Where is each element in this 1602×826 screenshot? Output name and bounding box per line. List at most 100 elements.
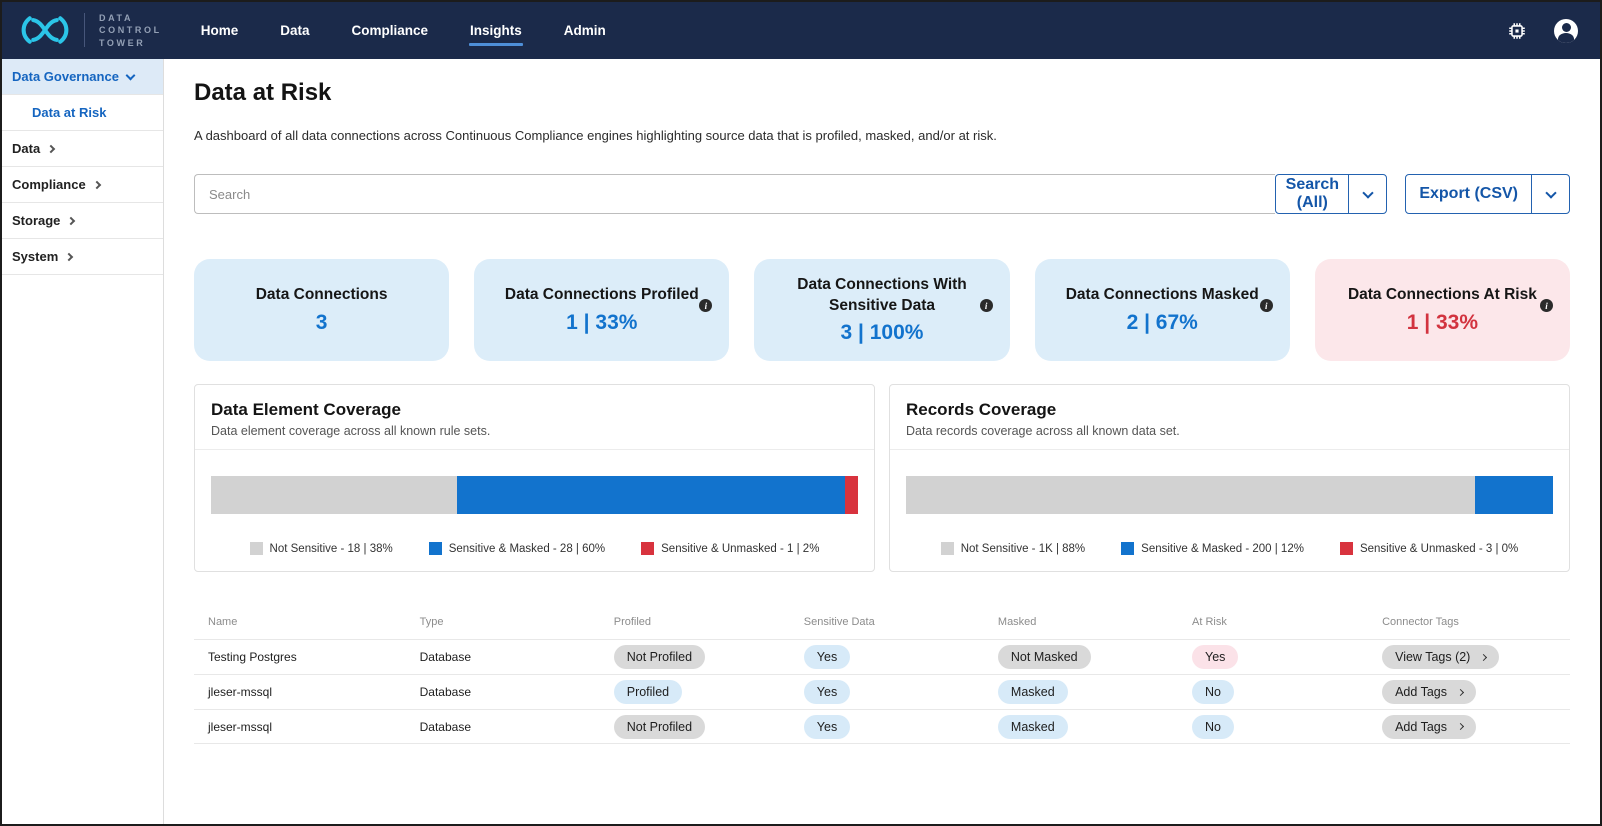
profiled-badge: Profiled <box>614 680 682 704</box>
nav-item-admin[interactable]: Admin <box>563 17 607 44</box>
legend-label: Not Sensitive - 18 | 38% <box>270 543 393 555</box>
chart-header: Data Element Coverage Data element cover… <box>195 385 874 450</box>
masked-badge-label: Masked <box>1011 685 1055 699</box>
at-risk-badge: No <box>1192 715 1234 739</box>
nav-item-insights[interactable]: Insights <box>469 17 523 44</box>
cell-sensitive-data: Yes <box>804 715 998 739</box>
column-header: Connector Tags <box>1382 616 1556 628</box>
table-row: Testing PostgresDatabaseNot ProfiledYesN… <box>194 639 1570 674</box>
at-risk-badge-label: No <box>1205 720 1221 734</box>
sidebar-item-system[interactable]: System <box>2 239 163 275</box>
masked-badge: Masked <box>998 680 1068 704</box>
cell-connector-tags: Add Tags <box>1382 715 1556 739</box>
sidebar-item-compliance[interactable]: Compliance <box>2 167 163 203</box>
cell-sensitive-data: Yes <box>804 645 998 669</box>
brand[interactable]: DATA CONTROL TOWER <box>16 12 162 48</box>
table-row: jleser-mssqlDatabaseNot Profiled Yes Maske… <box>194 709 1570 744</box>
column-header: Sensitive Data <box>804 616 998 628</box>
sidebar-item-data-governance[interactable]: Data Governance <box>2 59 163 95</box>
cell-type: Database <box>420 720 614 734</box>
nav-item-data[interactable]: Data <box>279 17 310 44</box>
page-description: A dashboard of all data connections acro… <box>194 128 1570 143</box>
stat-card-value: 3 | 100% <box>841 321 924 345</box>
stat-card-title: Data Connections At Risk <box>1348 285 1537 305</box>
legend-item: Sensitive & Unmasked - 1 | 2% <box>641 542 819 555</box>
sensitive-data-badge-label: Yes <box>817 720 837 734</box>
chart-title: Data Element Coverage <box>211 400 858 420</box>
cell-profiled: Not Profiled <box>614 645 804 669</box>
sidebar-item-label: Data at Risk <box>32 105 106 120</box>
column-header: Type <box>420 616 614 628</box>
connector-tags-button-label: View Tags (2) <box>1395 650 1470 664</box>
stat-card: Data Connections At Risk1 | 33%i <box>1315 259 1570 361</box>
info-icon[interactable]: i <box>980 299 993 312</box>
records-coverage-panel: Records Coverage Data records coverage a… <box>889 384 1570 572</box>
connector-tags-button-label: Add Tags <box>1395 685 1447 699</box>
column-header: At Risk <box>1192 616 1382 628</box>
cell-masked: Not Masked <box>998 645 1192 669</box>
stacked-bar <box>906 476 1553 514</box>
chart-legend: Not Sensitive - 1K | 88%Sensitive & Mask… <box>890 542 1569 555</box>
bar-segment <box>1475 476 1553 514</box>
search-button[interactable]: Search (All) <box>1276 175 1348 213</box>
stat-card-title: Data Connections With Sensitive Data <box>780 275 983 315</box>
masked-badge: Masked <box>998 715 1068 739</box>
sidebar-item-data-at-risk[interactable]: Data at Risk <box>2 95 163 131</box>
stat-card: Data Connections3 <box>194 259 449 361</box>
cell-connector-tags: Add Tags <box>1382 680 1556 704</box>
export-format-dropdown-button[interactable] <box>1531 175 1569 213</box>
top-nav: DATA CONTROL TOWER Home Data Compliance … <box>2 2 1600 59</box>
app-window: DATA CONTROL TOWER Home Data Compliance … <box>0 0 1602 826</box>
column-header: Name <box>208 616 420 628</box>
sidebar-item-label: Data Governance <box>12 69 119 84</box>
cell-name: jleser-mssql <box>208 720 420 734</box>
nav-item-compliance[interactable]: Compliance <box>350 17 429 44</box>
search-input[interactable] <box>194 174 1275 214</box>
cell-profiled: Not Profiled <box>614 715 804 739</box>
cell-type: Database <box>420 650 614 664</box>
export-button-group: Export (CSV) <box>1405 174 1570 214</box>
legend-swatch <box>1340 542 1353 555</box>
sensitive-data-badge-label: Yes <box>817 650 837 664</box>
sidebar-item-data[interactable]: Data <box>2 131 163 167</box>
info-icon[interactable]: i <box>1260 299 1273 312</box>
nav-item-home[interactable]: Home <box>200 17 240 44</box>
table-row: jleser-mssqlDatabaseProfiledYesMaskedNoA… <box>194 674 1570 709</box>
legend-label: Not Sensitive - 1K | 88% <box>961 543 1085 555</box>
connector-tags-button[interactable]: View Tags (2) <box>1382 645 1499 669</box>
user-avatar-icon[interactable] <box>1554 19 1578 43</box>
export-csv-button[interactable]: Export (CSV) <box>1406 175 1531 213</box>
engines-chip-icon[interactable] <box>1506 20 1528 42</box>
chart-title: Records Coverage <box>906 400 1553 420</box>
info-icon[interactable]: i <box>1540 299 1553 312</box>
cell-name: jleser-mssql <box>208 685 420 699</box>
chevron-down-icon <box>125 70 135 80</box>
legend-label: Sensitive & Masked - 28 | 60% <box>449 543 605 555</box>
chevron-right-icon <box>1457 723 1464 730</box>
info-icon[interactable]: i <box>699 299 712 312</box>
chart-legend: Not Sensitive - 18 | 38% Sensitive & Mask… <box>195 542 874 555</box>
stat-card: Data Connections With Sensitive Data 3 | … <box>754 259 1009 361</box>
profiled-badge: Not Profiled <box>614 715 705 739</box>
sensitive-data-badge-label: Yes <box>817 685 837 699</box>
page-title: Data at Risk <box>194 79 1570 107</box>
cell-at-risk: Yes <box>1192 645 1382 669</box>
stat-card-value: 2 | 67% <box>1127 311 1198 335</box>
sidebar-item-storage[interactable]: Storage <box>2 203 163 239</box>
legend-item: Sensitive & Unmasked - 3 | 0% <box>1340 542 1518 555</box>
chevron-right-icon <box>1457 688 1464 695</box>
cell-sensitive-data: Yes <box>804 680 998 704</box>
connector-tags-button[interactable]: Add Tags <box>1382 680 1476 704</box>
stat-card-title: Data Connections Profiled <box>505 285 699 305</box>
bar-segment <box>211 476 457 514</box>
stat-card-value: 1 | 33% <box>566 311 637 335</box>
profiled-badge-label: Not Profiled <box>627 650 692 664</box>
stat-card-value: 3 <box>316 311 328 335</box>
legend-swatch <box>1121 542 1134 555</box>
profiled-badge: Not Profiled <box>614 645 705 669</box>
data-element-coverage-panel: Data Element Coverage Data element cover… <box>194 384 875 572</box>
search-scope-dropdown-button[interactable] <box>1348 175 1386 213</box>
connector-tags-button[interactable]: Add Tags <box>1382 715 1476 739</box>
masked-badge-label: Not Masked <box>1011 650 1078 664</box>
sensitive-data-badge: Yes <box>804 645 850 669</box>
